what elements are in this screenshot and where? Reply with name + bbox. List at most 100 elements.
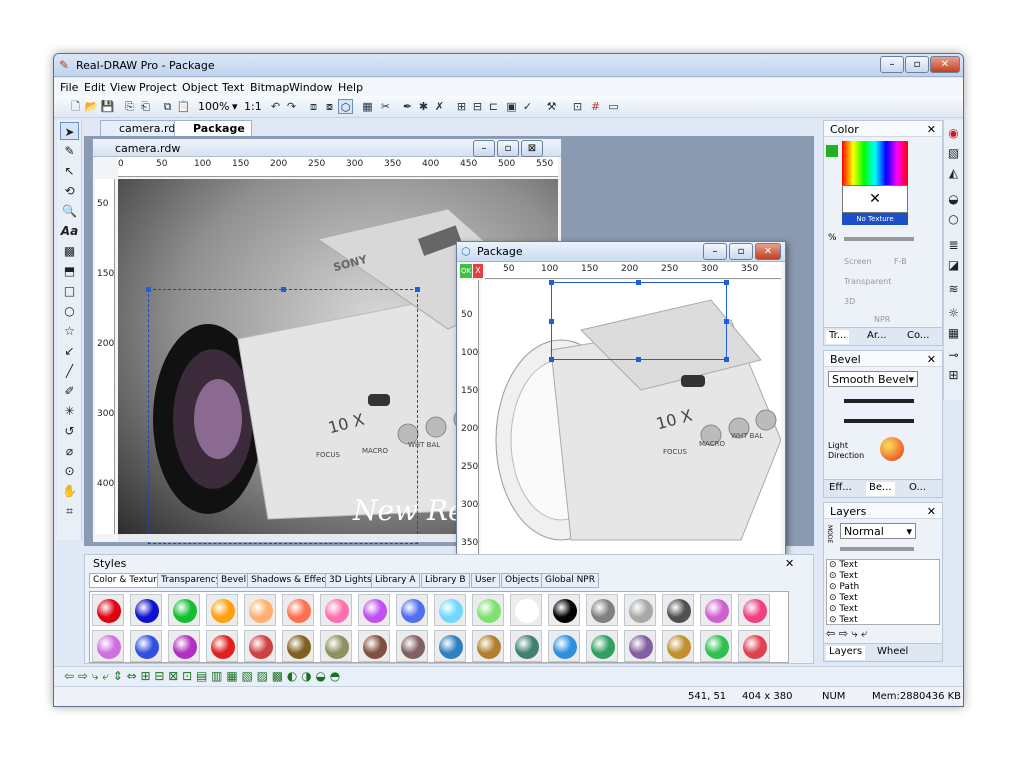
select-tool-icon[interactable]: ➤ <box>60 122 79 140</box>
style-swatch[interactable] <box>130 630 162 662</box>
selection-handle[interactable] <box>724 280 729 285</box>
bevel-type-select[interactable]: Smooth Bevel ▾ <box>828 371 918 387</box>
camera-close-button[interactable]: ⊠ <box>521 140 543 157</box>
menu-window[interactable]: Window <box>289 81 332 94</box>
grid-icon[interactable]: ▦ <box>360 99 375 114</box>
texture-preview[interactable]: ✕ <box>842 185 908 213</box>
tab-layers[interactable]: Layers <box>826 646 866 660</box>
styles-close-icon[interactable]: ✕ <box>785 557 794 570</box>
group-icon[interactable]: ⧈ <box>306 99 321 114</box>
screen-checkbox[interactable]: Screen <box>844 257 872 266</box>
style-swatch[interactable] <box>510 594 542 626</box>
chart-icon[interactable]: ✓ <box>520 99 535 114</box>
text-tool-icon[interactable]: Aa <box>60 222 79 240</box>
tab-global-npr[interactable]: Global NPR <box>541 573 599 588</box>
layers-icon[interactable]: ≣ <box>944 236 963 254</box>
layer-opacity-slider[interactable] <box>840 547 914 551</box>
selection-handle[interactable] <box>636 280 641 285</box>
menu-help[interactable]: Help <box>338 81 363 94</box>
erase-icon[interactable]: ✗ <box>432 99 447 114</box>
menu-project[interactable]: Project <box>139 81 177 94</box>
style-swatch[interactable] <box>738 594 770 626</box>
ungroup-icon[interactable]: ⧇ <box>322 99 337 114</box>
gradient-icon[interactable]: ◭ <box>944 164 963 182</box>
camera-selection-box[interactable] <box>148 289 418 544</box>
image-tool-icon[interactable]: ▩ <box>60 242 79 260</box>
style-swatch[interactable] <box>168 630 200 662</box>
layer-item[interactable]: ⊙ Text <box>829 571 858 581</box>
tab-package[interactable]: Package <box>174 120 252 136</box>
open-icon[interactable]: 📂 <box>84 99 99 114</box>
package-document-window[interactable]: ⬡ Package – ▫ ✕ OK X 50 100 150 200 250 … <box>456 241 786 591</box>
style-swatch[interactable] <box>282 594 314 626</box>
style-swatch[interactable] <box>92 594 124 626</box>
tab-color[interactable]: Co... <box>904 330 932 344</box>
package-icon[interactable]: ⬡ <box>338 99 353 114</box>
transparent-checkbox[interactable]: Transparent <box>844 277 891 286</box>
curve-tool-icon[interactable]: ↙ <box>60 342 79 360</box>
frame-icon[interactable]: ▣ <box>504 99 519 114</box>
style-swatch[interactable] <box>472 594 504 626</box>
brush-icon[interactable]: ⚒ <box>544 99 559 114</box>
outline-icon[interactable]: ○ <box>944 210 963 228</box>
texture-icon[interactable]: ▧ <box>944 144 963 162</box>
export-icon[interactable]: ⎗ <box>138 99 153 114</box>
spiral-tool-icon[interactable]: ↺ <box>60 422 79 440</box>
package-min-button[interactable]: – <box>703 243 727 260</box>
eyedrop-tool-icon[interactable]: ⊙ <box>60 462 79 480</box>
menu-text[interactable]: Text <box>222 81 244 94</box>
undo-icon[interactable]: ↶ <box>268 99 283 114</box>
magic-icon[interactable]: ✱ <box>416 99 431 114</box>
style-swatch[interactable] <box>168 594 200 626</box>
current-color-swatch[interactable] <box>826 145 838 157</box>
tab-art[interactable]: Ar... <box>864 330 890 344</box>
style-swatch[interactable] <box>130 594 162 626</box>
menu-edit[interactable]: Edit <box>84 81 105 94</box>
light-direction-knob[interactable] <box>880 437 904 461</box>
selection-handle[interactable] <box>549 357 554 362</box>
tab-transparency[interactable]: Transparency <box>157 573 226 588</box>
layer-item[interactable]: ⊙ Path <box>829 582 859 592</box>
zoom-value[interactable]: 100% <box>198 100 229 113</box>
style-swatch[interactable] <box>548 594 580 626</box>
brush-stack-icon[interactable]: ≋ <box>944 280 963 298</box>
3d-checkbox[interactable]: 3D <box>844 297 855 306</box>
menu-object[interactable]: Object <box>182 81 218 94</box>
zoom-ratio[interactable]: 1:1 <box>244 100 262 113</box>
spray-tool-icon[interactable]: ✳ <box>60 402 79 420</box>
layer-item[interactable]: ⊙ Text <box>829 615 858 624</box>
brush-tool-icon[interactable]: ✐ <box>60 382 79 400</box>
line-tool-icon[interactable]: ╱ <box>60 362 79 380</box>
layer-order-icons[interactable]: ⇦ ⇨ ⤷ ⤶ <box>826 627 867 641</box>
style-swatch[interactable] <box>662 594 694 626</box>
fill-tool-icon[interactable]: ⬒ <box>60 262 79 280</box>
arrange-icons[interactable]: ⇦ ⇨ ⤷ ⤶ ⇕ ⇔ ⊞ ⊟ ⊠ ⊡ ▤ ▥ ▦ ▧ ▨ ▩ ◐ ◑ ◒ ◓ <box>64 669 340 684</box>
new-icon[interactable]: 🗋 <box>68 99 83 114</box>
style-swatch[interactable] <box>624 594 656 626</box>
shadow-icon[interactable]: ◪ <box>944 256 963 274</box>
zoom-tool-icon[interactable]: 🔍 <box>60 202 79 220</box>
style-swatch[interactable] <box>662 630 694 662</box>
layer-item[interactable]: ⊙ Text <box>829 604 858 614</box>
camera-min-button[interactable]: – <box>473 140 495 157</box>
style-swatch[interactable] <box>92 630 124 662</box>
tab-wheel[interactable]: Wheel <box>874 646 911 660</box>
package-canvas[interactable]: 10 X FOCUS MACRO WHT BAL <box>481 280 782 570</box>
style-swatch[interactable] <box>320 630 352 662</box>
panel-close-icon[interactable]: ✕ <box>927 353 936 366</box>
pin-icon[interactable]: ⊸ <box>944 346 963 364</box>
rectangle-tool-icon[interactable]: □ <box>60 282 79 300</box>
maximize-button[interactable]: ▫ <box>905 56 929 73</box>
styles-icon[interactable]: ▦ <box>944 324 963 342</box>
fit-icon[interactable]: ⊡ <box>570 99 585 114</box>
selection-handle[interactable] <box>415 287 420 292</box>
style-swatch[interactable] <box>586 594 618 626</box>
color-spectrum-picker[interactable] <box>842 141 908 185</box>
rotate-tool-icon[interactable]: ⟲ <box>60 182 79 200</box>
tab-bevel[interactable]: Be... <box>866 482 895 496</box>
redo-icon[interactable]: ↷ <box>284 99 299 114</box>
tab-user[interactable]: User <box>471 573 500 588</box>
package-close-button[interactable]: ✕ <box>755 243 781 260</box>
grid-lines-icon[interactable]: # <box>588 99 603 114</box>
selection-handle[interactable] <box>281 287 286 292</box>
